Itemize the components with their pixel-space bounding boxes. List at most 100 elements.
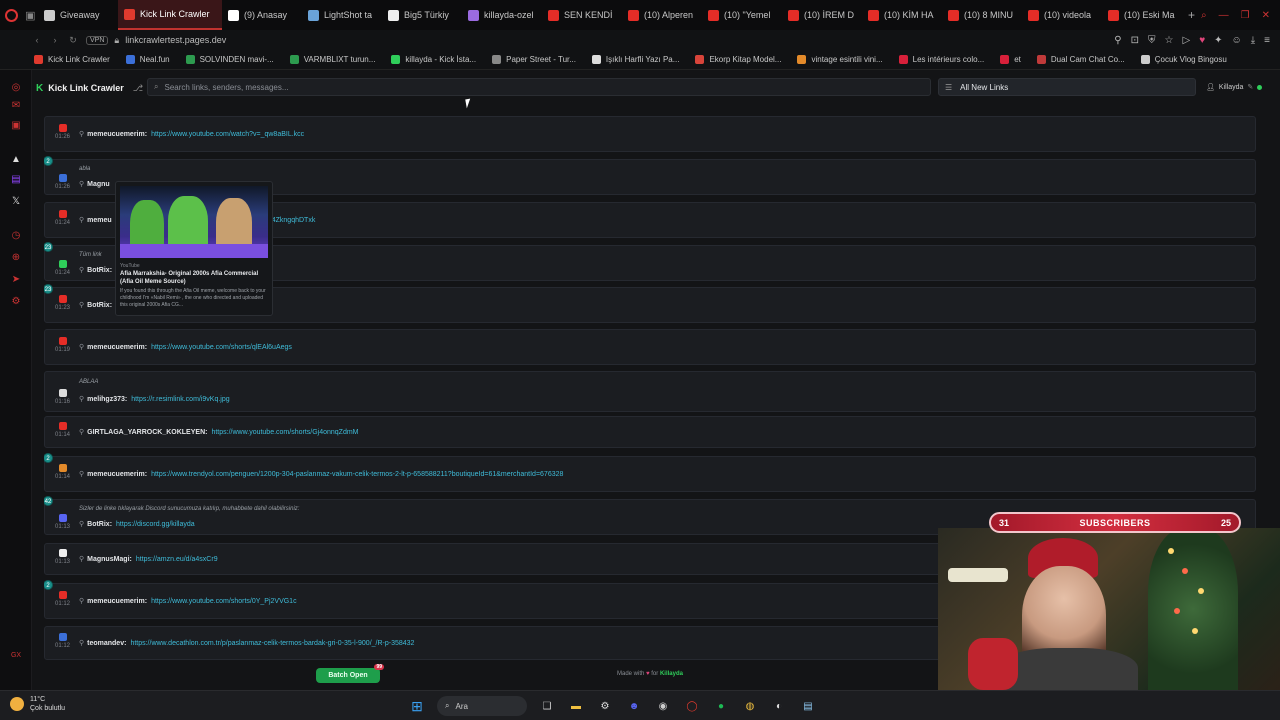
app-brand[interactable]: K Kick Link Crawler — [36, 83, 124, 94]
browser-tab[interactable]: (9) Anasay — [222, 0, 302, 30]
browser-tab[interactable]: Kick Link Crawler — [118, 0, 223, 30]
play-icon[interactable]: ▷ — [1182, 35, 1190, 46]
bookmark-item[interactable]: Dual Cam Chat Co... — [1029, 55, 1133, 64]
bookmark-item[interactable]: killayda - Kick İsta... — [383, 55, 484, 64]
message-link[interactable]: =4ZkngqhDTxk — [268, 217, 316, 224]
browser-tab[interactable]: (10) KİM HA — [862, 0, 942, 30]
bookmark-item[interactable]: vintage esintili vini... — [789, 55, 890, 64]
file-explorer-icon[interactable]: ▬ — [567, 697, 585, 715]
weather-widget[interactable]: 11°C Çok bulutlu — [10, 695, 65, 713]
search-input[interactable]: ⌕ Search links, senders, messages... — [147, 78, 931, 96]
message-card[interactable]: 01:14 2 ⚲ memeucuemerim: https://www.trendyo… — [44, 453, 1256, 492]
browser-tab[interactable]: (10) "Yemel — [702, 0, 782, 30]
minimize-icon[interactable]: — — [1219, 10, 1229, 21]
message-link[interactable]: https://www.youtube.com/shorts/0Y_Pj2VVG… — [151, 598, 297, 605]
message-link[interactable]: https://r.resimlink.com/i9vKq.jpg — [131, 396, 229, 403]
windows-start-icon[interactable]: ⊞ — [408, 697, 426, 715]
bookmark-label: et — [1014, 55, 1021, 64]
sidebar-send-icon[interactable]: ➤ — [10, 274, 22, 286]
sidebar-history-icon[interactable]: ◷ — [10, 230, 22, 242]
message-card[interactable]: 01:19 ⚲ memeucuemerim: https://www.youtube.… — [44, 329, 1256, 365]
vpn-badge[interactable]: VPN — [86, 35, 109, 45]
back-icon[interactable]: ‹ — [28, 35, 46, 45]
message-card[interactable]: 01:26 ⚲ memeucuemerim: https://www.youtube.… — [44, 116, 1256, 152]
profile-icon[interactable]: ☺ — [1232, 35, 1242, 46]
extensions-icon[interactable]: ✦ — [1214, 35, 1222, 46]
opera-gx-icon[interactable]: ◯ — [683, 697, 701, 715]
bookmark-item[interactable]: Paper Street - Tur... — [484, 55, 584, 64]
message-link[interactable]: https://www.decathlon.com.tr/p/paslanmaz… — [130, 640, 414, 647]
browser-tab[interactable]: (10) Eski Ma — [1102, 0, 1182, 30]
search-tabs-icon[interactable]: ⌕ — [1201, 10, 1207, 21]
sidebar-flow-icon[interactable]: ⊕ — [10, 252, 22, 264]
github-icon[interactable]: ⎇ — [133, 83, 143, 94]
taskbar-search[interactable]: ⌕ Ara — [437, 696, 527, 716]
steam-icon[interactable]: ◉ — [654, 697, 672, 715]
bookmark-item[interactable]: SOLVINDEN mavi-... — [178, 55, 282, 64]
bookmark-icon[interactable]: ☆ — [1165, 35, 1174, 46]
message-link[interactable]: https://www.youtube.com/shorts/qlEAl6uAe… — [151, 344, 292, 351]
pin-icon[interactable]: ⚲ — [1114, 35, 1121, 46]
spotify-icon[interactable]: ● — [712, 697, 730, 715]
user-menu[interactable]: 👤︎ Killayda ✎ — [1206, 78, 1263, 96]
bookmark-item[interactable]: VARMBLIXT turun... — [282, 55, 384, 64]
notepad-icon[interactable]: ▤ — [799, 697, 817, 715]
heart-icon[interactable]: ♥ — [1199, 35, 1205, 46]
message-link[interactable]: https://www.youtube.com/watch?v=_qw8aBIL… — [151, 131, 304, 138]
message-link[interactable]: https://amzn.eu/d/a4sxCr9 — [136, 556, 218, 563]
bookmark-item[interactable]: Les intérieurs colo... — [891, 55, 993, 64]
discord-icon[interactable]: ☻ — [625, 697, 643, 715]
link-preview-popup[interactable]: YouTube Afia Marrakshia- Original 2000s … — [115, 181, 273, 316]
bookmark-item[interactable]: Kick Link Crawler — [26, 55, 118, 64]
snapshot-icon[interactable]: ⊡ — [1131, 35, 1139, 46]
close-window-icon[interactable]: ✕ — [1262, 10, 1270, 21]
batch-open-button[interactable]: Batch Open 99 — [316, 664, 384, 683]
sidebar-shortcut-icon[interactable]: ▲ — [10, 154, 22, 166]
forward-icon[interactable]: › — [46, 35, 64, 45]
sidebar-video-icon[interactable]: ▣ — [10, 120, 22, 132]
subs-left-count: 31 — [999, 517, 1010, 528]
message-link[interactable]: https://discord.gg/killayda — [116, 521, 195, 528]
bookmark-item[interactable]: Ekorp Kitap Model... — [687, 55, 789, 64]
message-card[interactable]: 01:16 ABLAA ⚲ melihgz373: https://r.resimlin… — [44, 371, 1256, 412]
browser-tab[interactable]: killayda-ozel — [462, 0, 542, 30]
sidebar-messenger-icon[interactable]: ✉ — [10, 100, 22, 112]
maximize-icon[interactable]: ❐ — [1241, 10, 1250, 21]
menu-icon[interactable]: ≡ — [1264, 35, 1270, 46]
chrome-icon[interactable]: ◍ — [741, 697, 759, 715]
message-link[interactable]: https://www.youtube.com/shorts/Gj4onnqZd… — [211, 429, 358, 436]
heart-icon: ♥ — [646, 671, 650, 677]
bookmark-item[interactable]: Işıklı Harfli Yazı Pa... — [584, 55, 688, 64]
browser-tab[interactable]: (10) 8 MINU — [942, 0, 1022, 30]
download-icon[interactable]: ⤓ — [1251, 35, 1255, 46]
sidebar-twitch-icon[interactable]: ▤ — [10, 174, 22, 186]
sidebar-gx-icon[interactable]: GX — [10, 650, 22, 662]
browser-tab[interactable]: LightShot ta — [302, 0, 382, 30]
obs-icon[interactable]: ◐ — [770, 697, 788, 715]
workspaces-icon[interactable]: ▣ — [23, 9, 38, 22]
new-tab-button[interactable]: + — [1182, 0, 1201, 30]
browser-tab[interactable]: Big5 Türkiy — [382, 0, 462, 30]
browser-tab[interactable]: (10) Alperen — [622, 0, 702, 30]
browser-tab[interactable]: (10) İREM D — [782, 0, 862, 30]
bookmark-item[interactable]: Neal.fun — [118, 55, 178, 64]
bookmark-item[interactable]: Çocuk Vlog Bingosu — [1133, 55, 1235, 64]
url-field[interactable]: linkcrawlertest.pages.dev — [125, 35, 226, 45]
sidebar-settings-icon[interactable]: ⚙ — [10, 296, 22, 308]
sidebar-aria-icon[interactable]: ◎ — [10, 82, 22, 94]
filter-select[interactable]: ☰ All New Links — [938, 78, 1196, 96]
message-card[interactable]: 01:14 ⚲ GIRTLAGA_YARROCK_KOKLEYEN: https://… — [44, 416, 1256, 448]
task-view-icon[interactable]: ❑ — [538, 697, 556, 715]
reload-icon[interactable]: ↻ — [64, 35, 82, 46]
settings-icon[interactable]: ⚙ — [596, 697, 614, 715]
browser-tab[interactable]: (10) videola — [1022, 0, 1102, 30]
shield-icon[interactable]: ⛨ — [1148, 35, 1156, 46]
message-link[interactable]: https://www.trendyol.com/penguen/1200p-3… — [151, 471, 563, 478]
sidebar-x-icon[interactable]: 𝕏 — [10, 196, 22, 208]
made-author[interactable]: Killayda — [660, 671, 683, 677]
browser-tab[interactable]: Giveaway — [38, 0, 118, 30]
browser-tab[interactable]: SEN KENDİ — [542, 0, 622, 30]
opera-menu-button[interactable] — [0, 0, 23, 30]
bookmark-item[interactable]: et — [992, 55, 1029, 64]
edit-icon[interactable]: ✎ — [1247, 83, 1253, 91]
